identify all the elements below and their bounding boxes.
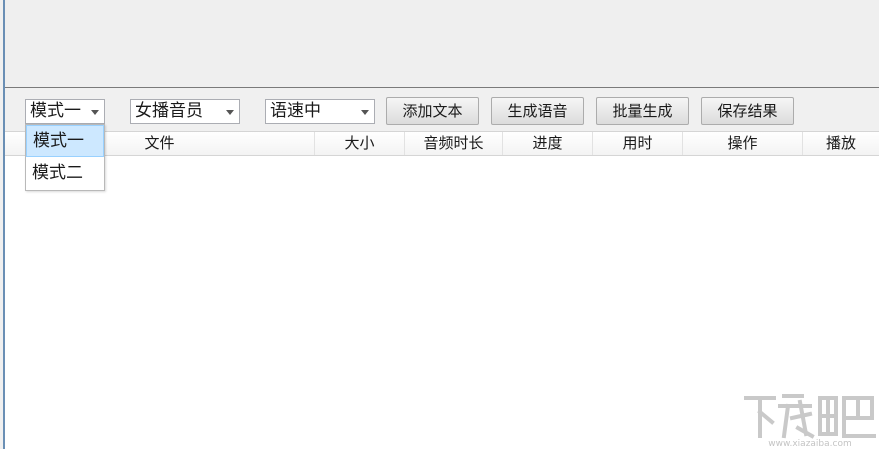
- chevron-down-icon[interactable]: [91, 110, 99, 115]
- speed-select-value: 语速中: [270, 101, 321, 121]
- column-header-time[interactable]: 用时: [593, 132, 683, 155]
- speed-select[interactable]: 语速中: [265, 99, 375, 124]
- watermark-domain: www.xiazaiba.com: [768, 439, 852, 449]
- column-header-progress[interactable]: 进度: [503, 132, 593, 155]
- toolbar: 模式一 女播音员 语速中 添加文本 生成语音 批量生成 保存结果: [5, 88, 879, 131]
- voice-select[interactable]: 女播音员: [130, 99, 240, 124]
- table-header: 文件 大小 音频时长 进度 用时 操作 播放: [5, 131, 879, 156]
- column-header-action[interactable]: 操作: [683, 132, 803, 155]
- text-input-panel[interactable]: [5, 0, 879, 88]
- mode-select-value: 模式一: [30, 101, 81, 121]
- batch-generate-button[interactable]: 批量生成: [596, 97, 689, 125]
- watermark-logo: www.xiazaiba.com: [744, 394, 876, 449]
- column-header-play[interactable]: 播放: [803, 132, 879, 155]
- save-result-button[interactable]: 保存结果: [701, 97, 794, 125]
- voice-select-value: 女播音员: [135, 101, 203, 121]
- add-text-button[interactable]: 添加文本: [386, 97, 479, 125]
- generate-speech-button[interactable]: 生成语音: [491, 97, 584, 125]
- dropdown-option-mode-2[interactable]: 模式二: [26, 157, 104, 189]
- app-window: 模式一 女播音员 语速中 添加文本 生成语音 批量生成 保存结果 文件 大小 音…: [0, 0, 879, 449]
- chevron-down-icon[interactable]: [361, 110, 369, 115]
- column-header-duration[interactable]: 音频时长: [405, 132, 503, 155]
- mode-select[interactable]: 模式一: [25, 99, 105, 124]
- dropdown-option-mode-1[interactable]: 模式一: [26, 125, 104, 157]
- column-header-size[interactable]: 大小: [315, 132, 405, 155]
- mode-dropdown-list: 模式一 模式二: [25, 124, 105, 191]
- chevron-down-icon[interactable]: [226, 110, 234, 115]
